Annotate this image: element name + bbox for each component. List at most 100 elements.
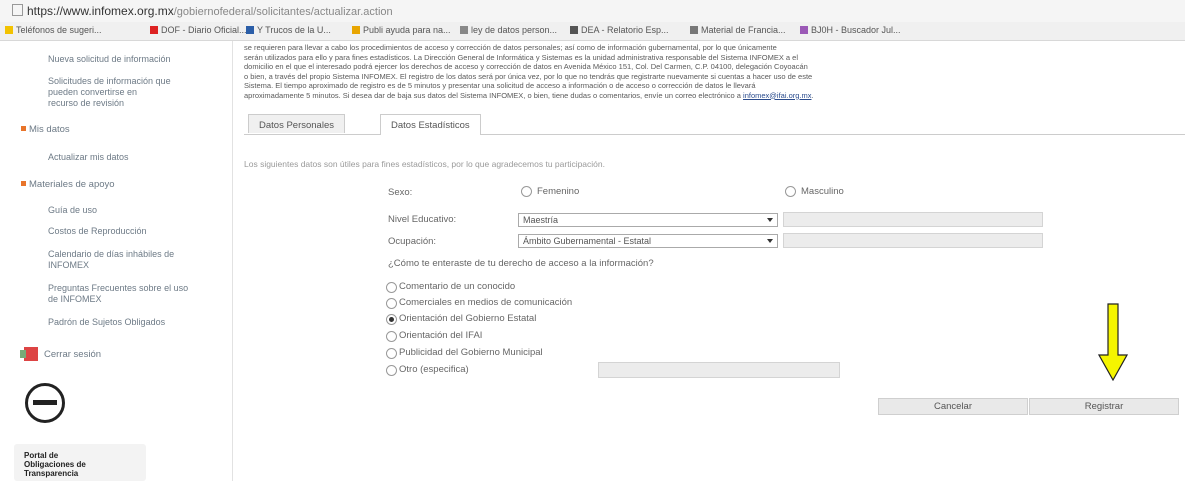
bookmark-favicon-2: [150, 26, 158, 34]
question-label: ¿Cómo te enteraste de tu derecho de acce…: [388, 258, 654, 269]
sidebar-section-mis-datos[interactable]: Mis datos: [21, 124, 70, 135]
radio-option-1-label: Comentario de un conocido: [399, 281, 516, 292]
notice-line: Sistema. El tiempo aproximado de registr…: [244, 81, 756, 90]
sidebar-item-convertible-line3[interactable]: recurso de revisión: [48, 98, 124, 109]
radio-option-5[interactable]: [386, 348, 397, 359]
bookmark-favicon-5: [460, 26, 468, 34]
tab-datos-estadisticos[interactable]: Datos Estadísticos: [380, 114, 481, 135]
radio-option-2-label: Comerciales en medios de comunicación: [399, 297, 573, 308]
radio-masculino[interactable]: [785, 186, 796, 197]
sidebar-item-costos[interactable]: Costos de Reproducción: [48, 226, 147, 237]
bookmarks-bar: Teléfonos de sugeri... DOF - Diario Ofic…: [0, 22, 1185, 41]
cancel-button[interactable]: Cancelar: [878, 398, 1028, 415]
sidebar-section-label: Mis datos: [29, 124, 70, 135]
bookmark-label-1: Teléfonos de sugeri...: [16, 25, 102, 35]
bookmark-7[interactable]: Material de Francia...: [690, 25, 786, 35]
bookmark-3[interactable]: Y Trucos de la U...: [246, 25, 331, 35]
bookmark-2[interactable]: DOF - Diario Oficial...: [150, 25, 247, 35]
portal-line-3: Transparencia: [24, 469, 79, 478]
bookmark-label-4: Publi ayuda para na...: [363, 25, 451, 35]
sidebar-item-actualizar[interactable]: Actualizar mis datos: [48, 152, 129, 163]
sidebar-item-new-request[interactable]: Nueva solicitud de información: [48, 54, 171, 65]
logout-icon[interactable]: [20, 347, 38, 361]
sidebar-item-faq-line1[interactable]: Preguntas Frecuentes sobre el uso: [48, 283, 188, 294]
contact-email-link[interactable]: infomex@ifai.org.mx: [743, 91, 811, 100]
nivel-educativo-label: Nivel Educativo:: [388, 214, 457, 225]
notice-line: aproximadamente 5 minutos. Si desea dar …: [244, 90, 814, 100]
sidebar-item-guia[interactable]: Guía de uso: [48, 205, 97, 216]
notice-line: se requieren para llevar a cabo los proc…: [244, 43, 777, 52]
logout-link[interactable]: Cerrar sesión: [44, 349, 101, 360]
bookmark-8[interactable]: BJ0H - Buscador Jul...: [800, 25, 901, 35]
radio-option-6[interactable]: [386, 365, 397, 376]
radio-option-4[interactable]: [386, 331, 397, 342]
chevron-down-icon: [767, 239, 773, 243]
bookmark-label-8: BJ0H - Buscador Jul...: [811, 25, 901, 35]
bullet-icon: [21, 181, 26, 186]
bookmark-label-3: Y Trucos de la U...: [257, 25, 331, 35]
notice-line: domicilio en el que el interesado podrá …: [244, 62, 808, 71]
sidebar-item-convertible-line2[interactable]: pueden convertirse en: [48, 87, 137, 98]
portal-line-1: Portal de: [24, 451, 59, 460]
notice-line: serán utilizados para ello y para fines …: [244, 52, 799, 62]
notice-last-line: aproximadamente 5 minutos. Si desea dar …: [244, 90, 741, 100]
sidebar-divider: [232, 41, 233, 481]
radio-masculino-label: Masculino: [801, 186, 844, 197]
sidebar-item-faq-line2[interactable]: de INFOMEX: [48, 294, 102, 305]
otro-especifica-field[interactable]: [598, 362, 840, 378]
bookmark-6[interactable]: DEA - Relatorio Esp...: [570, 25, 669, 35]
radio-option-3[interactable]: [386, 314, 397, 325]
bookmark-favicon-1: [5, 26, 13, 34]
sidebar-item-convertible-line1[interactable]: Solicitudes de información que: [48, 76, 171, 87]
sidebar-item-padron[interactable]: Padrón de Sujetos Obligados: [48, 317, 165, 328]
nivel-educativo-value: Maestría: [523, 215, 559, 225]
bookmark-favicon-3: [246, 26, 254, 34]
bookmark-label-7: Material de Francia...: [701, 25, 786, 35]
portal-transparencia-banner[interactable]: Portal de Obligaciones de Transparencia: [14, 444, 146, 481]
sidebar-item-calendario-line2[interactable]: INFOMEX: [48, 260, 89, 271]
notice-line: o bien, a través del propio Sistema INFO…: [244, 71, 813, 81]
bookmark-favicon-7: [690, 26, 698, 34]
bookmark-favicon-6: [570, 26, 578, 34]
register-button[interactable]: Registrar: [1029, 398, 1179, 415]
bookmark-label-6: DEA - Relatorio Esp...: [581, 25, 669, 35]
tab-datos-personales[interactable]: Datos Personales: [248, 114, 345, 133]
bookmark-label-2: DOF - Diario Oficial...: [161, 25, 247, 35]
radio-option-1[interactable]: [386, 282, 397, 293]
ocupacion-select[interactable]: Ámbito Gubernamental - Estatal: [518, 234, 778, 248]
url-host: https://www.infomex.org.mx: [27, 4, 174, 18]
ocupacion-other-field[interactable]: [783, 233, 1043, 248]
sidebar-section-materiales[interactable]: Materiales de apoyo: [21, 179, 115, 190]
bookmark-label-5: ley de datos person...: [471, 25, 558, 35]
tab-strip: Datos Personales Datos Estadísticos: [244, 114, 1185, 135]
url-text[interactable]: https://www.infomex.org.mx/gobiernofeder…: [12, 4, 393, 18]
form-intro: Los siguientes datos son útiles para fin…: [244, 159, 605, 169]
bookmark-4[interactable]: Publi ayuda para na...: [352, 25, 451, 35]
radio-option-4-label: Orientación del IFAI: [399, 330, 483, 341]
nivel-educativo-select[interactable]: Maestría: [518, 213, 778, 227]
annotation-arrow-icon: [1098, 303, 1128, 381]
url-path: /gobiernofederal/solicitantes/actualizar…: [173, 6, 393, 18]
nivel-educativo-other-field[interactable]: [783, 212, 1043, 227]
chevron-down-icon: [767, 218, 773, 222]
bookmark-5[interactable]: ley de datos person...: [460, 25, 557, 35]
radio-option-6-label: Otro (especifica): [399, 364, 469, 375]
sidebar-section-label: Materiales de apoyo: [29, 179, 115, 190]
address-bar[interactable]: https://www.infomex.org.mx/gobiernofeder…: [0, 0, 1185, 23]
bookmark-favicon-8: [800, 26, 808, 34]
page-icon: [12, 4, 23, 16]
radio-option-5-label: Publicidad del Gobierno Municipal: [399, 347, 543, 358]
sexo-label: Sexo:: [388, 187, 413, 198]
ocupacion-label: Ocupación:: [388, 236, 437, 247]
bookmark-1[interactable]: Teléfonos de sugeri...: [5, 25, 102, 35]
radio-option-3-label: Orientación del Gobierno Estatal: [399, 313, 537, 324]
radio-option-2[interactable]: [386, 298, 397, 309]
ocupacion-value: Ámbito Gubernamental - Estatal: [523, 236, 652, 246]
bookmark-favicon-4: [352, 26, 360, 34]
portal-line-2: Obligaciones de: [24, 460, 86, 469]
privacy-notice: se requieren para llevar a cabo los proc…: [244, 43, 1184, 100]
sidebar-item-calendario-line1[interactable]: Calendario de días inhábiles de: [48, 249, 174, 260]
bullet-icon: [21, 126, 26, 131]
infomex-logo-icon[interactable]: [25, 383, 65, 423]
radio-femenino[interactable]: [521, 186, 532, 197]
